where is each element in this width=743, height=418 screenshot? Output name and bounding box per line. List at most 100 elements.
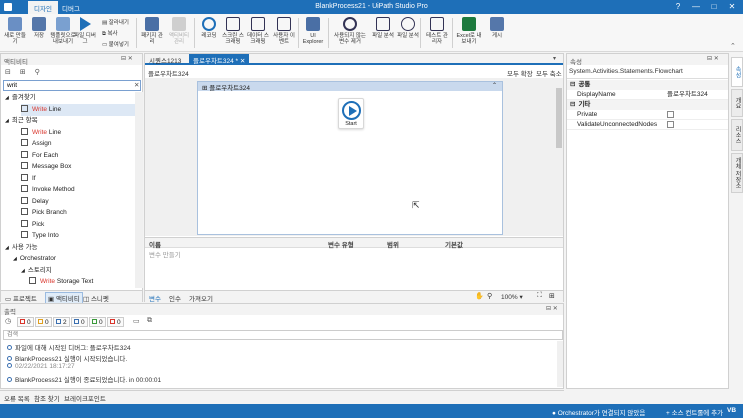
side-tab-object-repository[interactable]: 개체 저장소 (731, 153, 743, 193)
ui-explorer-button[interactable]: UI Explorer (300, 16, 326, 50)
activity-tree-item[interactable]: Write Storage Text (29, 276, 135, 288)
zoom-search-icon[interactable]: ⚲ (487, 292, 492, 300)
tab-design[interactable]: 디자인 (28, 1, 58, 14)
collapse-all-button[interactable]: 모두 축소 (536, 68, 562, 78)
output-filter-button[interactable]: 0 (35, 317, 52, 327)
activity-tree-item[interactable]: If (21, 173, 135, 185)
output-line[interactable]: BlankProcess21 실행이 시작되었습니다. (7, 353, 127, 363)
data-scraping-button[interactable]: 데이터 스크래핑 (245, 16, 271, 50)
tab-project[interactable]: ▭ 프로젝트 (5, 293, 37, 303)
activity-tree-item[interactable]: ◢ 최근 항목 (5, 115, 135, 127)
clock-icon[interactable]: ◷ (5, 318, 11, 325)
cut-button[interactable]: ▭ 붙여넣기 (102, 40, 129, 48)
flowchart-container[interactable]: ⊞ 플로우차트324 ⌃ Start ⇱ (197, 81, 503, 235)
expand-arrow-icon[interactable]: ◢ (21, 268, 25, 274)
clear-output-icon[interactable]: ▭ (133, 317, 140, 325)
export-excel-button[interactable]: Excel로 내보내기 (456, 16, 482, 50)
start-node[interactable]: Start (338, 98, 364, 129)
copy-button[interactable]: ⧉ 복사 (102, 29, 118, 38)
property-checkbox[interactable] (667, 121, 674, 128)
output-line[interactable]: 파일에 대해 시작된 디버그: 플로우차트324 (7, 342, 131, 352)
expand-all-icon[interactable]: ⊞ (20, 69, 26, 76)
activity-tree-item[interactable]: For Each (21, 150, 135, 162)
output-pin-icon[interactable]: ⊟ ✕ (546, 305, 558, 312)
activity-tree-item[interactable]: ◢ Orchestrator (13, 253, 135, 265)
orchestrator-status[interactable]: ● Orchestrator가 연결되지 않았음 (552, 407, 645, 417)
overview-icon[interactable]: ⊞ (549, 292, 555, 300)
user-events-button[interactable]: 사용자 이벤트 (271, 16, 297, 50)
filter-icon[interactable]: ⚲ (35, 69, 40, 76)
tab-arguments[interactable]: 인수 (169, 293, 181, 303)
tab-sequence[interactable]: 시퀀스1213 (149, 55, 181, 65)
tab-list-icon[interactable]: ▾ (553, 55, 556, 62)
output-filter-button[interactable]: 0 (71, 317, 88, 327)
properties-pin-icon[interactable]: ⊟ ✕ (707, 55, 719, 62)
expand-arrow-icon[interactable]: ◢ (13, 256, 17, 262)
manage-packages-button[interactable]: 패키지 관리 (139, 16, 165, 50)
collapse-ribbon-icon[interactable]: ⌃ (730, 42, 736, 50)
tab-snippets[interactable]: ◫ 스니펫 (83, 293, 109, 303)
tab-variables[interactable]: 변수 (149, 293, 161, 303)
output-filter-button[interactable]: 2 (53, 317, 70, 327)
property-value-input[interactable]: 플로우차트324 (667, 90, 727, 100)
copy-output-icon[interactable]: ⧉ (147, 317, 152, 325)
property-section-header[interactable]: ⊟ 기타 (567, 100, 728, 110)
output-line[interactable]: 02/22/2021 18:17:27 (7, 363, 75, 370)
activity-tree-item[interactable]: Delay (21, 196, 135, 208)
output-filter-button[interactable]: 0 (107, 317, 124, 327)
run-button[interactable]: 파일 디버그 (72, 16, 98, 50)
output-filter-button[interactable]: 0 (17, 317, 34, 327)
expand-all-button[interactable]: 모두 확장 (507, 68, 533, 78)
validate-button[interactable]: 파일 분석 (395, 16, 421, 50)
activity-tree-item[interactable]: ◢ 즐겨찾기 (5, 92, 135, 104)
close-button[interactable]: ✕ (724, 1, 740, 13)
activity-tree-item[interactable]: Message Box (21, 161, 135, 173)
test-manager-button[interactable]: 테스트 관리자 (424, 16, 450, 50)
clear-search-icon[interactable]: ✕ (134, 81, 139, 89)
zoom-select[interactable]: 100% ▾ (501, 293, 523, 301)
minimize-button[interactable]: — (688, 1, 704, 13)
activities-search-input[interactable] (3, 80, 141, 91)
screen-scraping-button[interactable]: 스크린 스크래핑 (220, 16, 246, 50)
create-variable-link[interactable]: 변수 만들기 (149, 249, 181, 259)
hand-tool-icon[interactable]: ✋ (475, 292, 484, 300)
activity-tree-item[interactable]: ◢ 사용 가능 (5, 242, 135, 254)
record-button[interactable]: 레코딩 (196, 16, 222, 50)
tab-flowchart[interactable]: 플로우차트324 * ✕ (189, 54, 250, 65)
activity-tree-item[interactable]: Pick (21, 219, 135, 231)
pin-icon[interactable]: ⊟ ✕ (121, 55, 133, 62)
side-tab-properties[interactable]: 속성 (731, 57, 743, 87)
tab-imports[interactable]: 가져오기 (189, 293, 213, 303)
manage-activities-button[interactable]: 액티비티 관리 (166, 16, 192, 50)
remove-unused-variables-button[interactable]: 사용되지 않는 변수 제거 (333, 16, 367, 50)
analyze-file-button[interactable]: 파일 분석 (370, 16, 396, 50)
collapse-all-icon[interactable]: ⊟ (5, 69, 11, 76)
expand-arrow-icon[interactable]: ◢ (5, 245, 9, 251)
maximize-button[interactable]: □ (706, 1, 722, 13)
tab-find-references[interactable]: 참조 찾기 (34, 393, 60, 403)
paste-button[interactable]: ▤ 잘라내기 (102, 18, 129, 26)
activity-tree-item[interactable]: Write Line (21, 127, 135, 139)
publish-button[interactable]: 게시 (484, 16, 510, 50)
output-search-input[interactable] (3, 330, 563, 340)
property-section-header[interactable]: ⊟ 공통 (567, 80, 728, 90)
expand-arrow-icon[interactable]: ◢ (5, 95, 9, 101)
activity-tree-item[interactable]: ◢ 스토리지 (21, 265, 135, 277)
side-tab-outline[interactable]: 개요 (731, 89, 743, 117)
close-tab-icon[interactable]: ✕ (240, 58, 245, 65)
output-line[interactable]: BlankProcess21 실행이 종료되었습니다. in 00:00:01 (7, 374, 161, 384)
collapse-flowchart-icon[interactable]: ⌃ (492, 82, 497, 89)
output-filter-button[interactable]: 0 (89, 317, 106, 327)
new-button[interactable]: 새로 만들기 (2, 16, 28, 50)
expand-arrow-icon[interactable]: ◢ (5, 118, 9, 124)
activities-scrollbar[interactable] (135, 92, 143, 288)
designer-scrollbar[interactable] (555, 78, 563, 236)
activity-tree-item[interactable]: Type Into (21, 230, 135, 242)
property-checkbox[interactable] (667, 111, 674, 118)
side-tab-resources[interactable]: 리소스 (731, 119, 743, 151)
activity-tree-item[interactable]: Write Line (21, 103, 135, 116)
designer-canvas[interactable]: ⊞ 플로우차트324 ⌃ Start ⇱ (145, 78, 555, 236)
tab-debug[interactable]: 디버그 (56, 1, 86, 14)
activity-tree-item[interactable]: Invoke Method (21, 184, 135, 196)
tab-error-list[interactable]: 오류 목록 (4, 393, 30, 403)
